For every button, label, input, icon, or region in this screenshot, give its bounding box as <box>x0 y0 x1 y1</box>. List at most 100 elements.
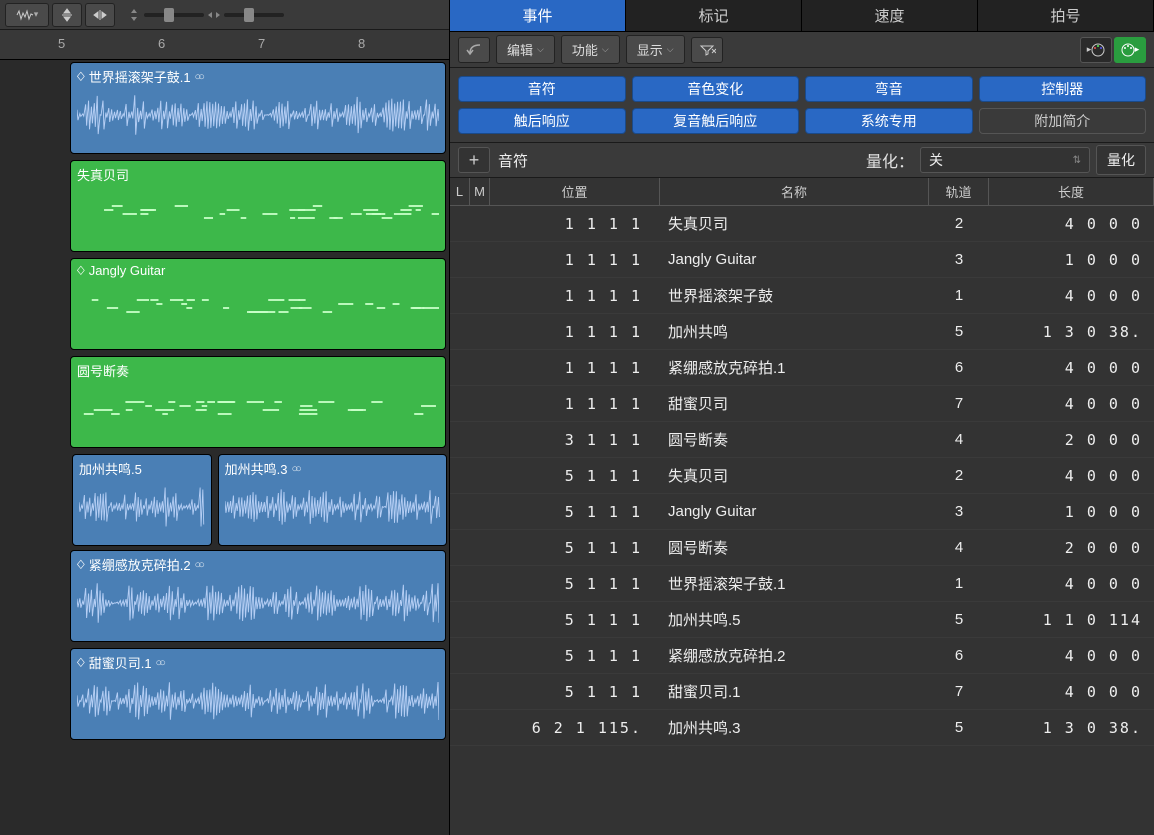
palette-button-left[interactable]: ▸ <box>1080 37 1112 63</box>
cell-position[interactable]: 1 1 1 1 <box>490 359 660 377</box>
cell-length[interactable]: 4 0 0 0 <box>989 575 1154 593</box>
cell-track[interactable]: 2 <box>929 467 989 484</box>
cell-position[interactable]: 6 2 1 115. <box>490 719 660 737</box>
cell-position[interactable]: 1 1 1 1 <box>490 287 660 305</box>
event-row[interactable]: 6 2 1 115. 加州共鸣.3 5 1 3 0 38. <box>450 710 1154 746</box>
event-row[interactable]: 5 1 1 1 世界摇滚架子鼓.1 1 4 0 0 0 <box>450 566 1154 602</box>
cell-name[interactable]: Jangly Guitar <box>660 251 929 268</box>
cell-track[interactable]: 2 <box>929 215 989 232</box>
cell-length[interactable]: 2 0 0 0 <box>989 539 1154 557</box>
track-region[interactable]: 圆号断奏 <box>70 356 446 448</box>
filter-button[interactable]: 音色变化 <box>632 76 800 102</box>
cell-track[interactable]: 6 <box>929 647 989 664</box>
event-row[interactable]: 5 1 1 1 Jangly Guitar 3 1 0 0 0 <box>450 494 1154 530</box>
edit-menu[interactable]: 编辑⌵ <box>496 35 555 64</box>
cell-name[interactable]: 加州共鸣.5 <box>660 609 929 630</box>
cell-length[interactable]: 4 0 0 0 <box>989 215 1154 233</box>
event-list[interactable]: 1 1 1 1 失真贝司 2 4 0 0 0 1 1 1 1 Jangly Gu… <box>450 206 1154 835</box>
event-row[interactable]: 1 1 1 1 甜蜜贝司 7 4 0 0 0 <box>450 386 1154 422</box>
cell-position[interactable]: 1 1 1 1 <box>490 215 660 233</box>
track-region[interactable]: ◇ 世界摇滚架子鼓.1 ○○ <box>70 62 446 154</box>
cell-track[interactable]: 5 <box>929 611 989 628</box>
cell-position[interactable]: 5 1 1 1 <box>490 611 660 629</box>
cell-track[interactable]: 4 <box>929 539 989 556</box>
cell-length[interactable]: 4 0 0 0 <box>989 647 1154 665</box>
column-length[interactable]: 长度 <box>989 178 1154 205</box>
back-arrow-button[interactable] <box>458 37 490 63</box>
event-row[interactable]: 5 1 1 1 加州共鸣.5 5 1 1 0 114 <box>450 602 1154 638</box>
display-menu[interactable]: 显示⌵ <box>626 35 685 64</box>
track-region[interactable]: 失真贝司 <box>70 160 446 252</box>
cell-position[interactable]: 5 1 1 1 <box>490 503 660 521</box>
cell-position[interactable]: 1 1 1 1 <box>490 251 660 269</box>
cell-position[interactable]: 5 1 1 1 <box>490 575 660 593</box>
cell-length[interactable]: 2 0 0 0 <box>989 431 1154 449</box>
quantize-button[interactable]: 量化 <box>1096 145 1146 175</box>
event-row[interactable]: 5 1 1 1 紧绷感放克碎拍.2 6 4 0 0 0 <box>450 638 1154 674</box>
cell-position[interactable]: 5 1 1 1 <box>490 539 660 557</box>
track-region[interactable]: 加州共鸣.3 ○○ <box>218 454 447 546</box>
filter-button[interactable] <box>691 37 723 63</box>
event-row[interactable]: 1 1 1 1 Jangly Guitar 3 1 0 0 0 <box>450 242 1154 278</box>
cell-length[interactable]: 4 0 0 0 <box>989 683 1154 701</box>
cell-name[interactable]: 世界摇滚架子鼓.1 <box>660 573 929 594</box>
cell-length[interactable]: 1 0 0 0 <box>989 503 1154 521</box>
tab-events[interactable]: 事件 <box>450 0 626 32</box>
filter-button[interactable]: 系统专用 <box>805 108 973 134</box>
cell-position[interactable]: 5 1 1 1 <box>490 647 660 665</box>
cell-track[interactable]: 6 <box>929 359 989 376</box>
cell-name[interactable]: 加州共鸣 <box>660 321 929 342</box>
event-row[interactable]: 3 1 1 1 圆号断奏 4 2 0 0 0 <box>450 422 1154 458</box>
tab-signature[interactable]: 拍号 <box>978 0 1154 32</box>
cell-length[interactable]: 4 0 0 0 <box>989 359 1154 377</box>
palette-button-right[interactable]: ▸ <box>1114 37 1146 63</box>
track-region[interactable]: 加州共鸣.5 <box>72 454 212 546</box>
filter-button[interactable]: 控制器 <box>979 76 1147 102</box>
horizontal-zoom-slider[interactable] <box>224 13 284 17</box>
cell-track[interactable]: 5 <box>929 323 989 340</box>
cell-length[interactable]: 4 0 0 0 <box>989 287 1154 305</box>
column-m[interactable]: M <box>470 178 490 205</box>
event-row[interactable]: 5 1 1 1 甜蜜贝司.1 7 4 0 0 0 <box>450 674 1154 710</box>
add-event-button[interactable]: + <box>458 147 490 173</box>
filter-button[interactable]: 触后响应 <box>458 108 626 134</box>
waveform-tool-button[interactable]: ▾ <box>5 3 49 27</box>
tab-markers[interactable]: 标记 <box>626 0 802 32</box>
cell-track[interactable]: 3 <box>929 503 989 520</box>
cell-track[interactable]: 1 <box>929 287 989 304</box>
cell-length[interactable]: 1 3 0 38. <box>989 719 1154 737</box>
track-region[interactable]: ◇ 甜蜜贝司.1 ○○ <box>70 648 446 740</box>
cell-name[interactable]: 圆号断奏 <box>660 537 929 558</box>
event-row[interactable]: 1 1 1 1 失真贝司 2 4 0 0 0 <box>450 206 1154 242</box>
cell-name[interactable]: 紧绷感放克碎拍.1 <box>660 357 929 378</box>
cell-track[interactable]: 5 <box>929 719 989 736</box>
cell-length[interactable]: 1 1 0 114 <box>989 611 1154 629</box>
vertical-zoom-slider[interactable] <box>144 13 204 17</box>
cell-position[interactable]: 1 1 1 1 <box>490 395 660 413</box>
event-row[interactable]: 5 1 1 1 失真贝司 2 4 0 0 0 <box>450 458 1154 494</box>
timeline-ruler[interactable]: 5 6 7 8 <box>0 30 449 60</box>
cell-name[interactable]: 圆号断奏 <box>660 429 929 450</box>
cell-position[interactable]: 3 1 1 1 <box>490 431 660 449</box>
cell-track[interactable]: 1 <box>929 575 989 592</box>
event-row[interactable]: 1 1 1 1 紧绷感放克碎拍.1 6 4 0 0 0 <box>450 350 1154 386</box>
cell-name[interactable]: 紧绷感放克碎拍.2 <box>660 645 929 666</box>
cell-position[interactable]: 5 1 1 1 <box>490 683 660 701</box>
tab-tempo[interactable]: 速度 <box>802 0 978 32</box>
horizontal-zoom-button[interactable] <box>85 3 115 27</box>
cell-name[interactable]: 甜蜜贝司 <box>660 393 929 414</box>
tracks-area[interactable]: ◇ 世界摇滚架子鼓.1 ○○失真贝司◇ Jangly Guitar圆号断奏加州共… <box>0 60 449 835</box>
cell-track[interactable]: 4 <box>929 431 989 448</box>
column-name[interactable]: 名称 <box>660 178 929 205</box>
cell-name[interactable]: 甜蜜贝司.1 <box>660 681 929 702</box>
quantize-select[interactable]: 关 ⇅ <box>920 147 1090 173</box>
event-row[interactable]: 1 1 1 1 世界摇滚架子鼓 1 4 0 0 0 <box>450 278 1154 314</box>
cell-name[interactable]: 失真贝司 <box>660 213 929 234</box>
track-region[interactable]: ◇ 紧绷感放克碎拍.2 ○○ <box>70 550 446 642</box>
column-track[interactable]: 轨道 <box>929 178 989 205</box>
event-row[interactable]: 1 1 1 1 加州共鸣 5 1 3 0 38. <box>450 314 1154 350</box>
filter-button[interactable]: 音符 <box>458 76 626 102</box>
filter-button[interactable]: 弯音 <box>805 76 973 102</box>
cell-length[interactable]: 1 3 0 38. <box>989 323 1154 341</box>
cell-track[interactable]: 3 <box>929 251 989 268</box>
